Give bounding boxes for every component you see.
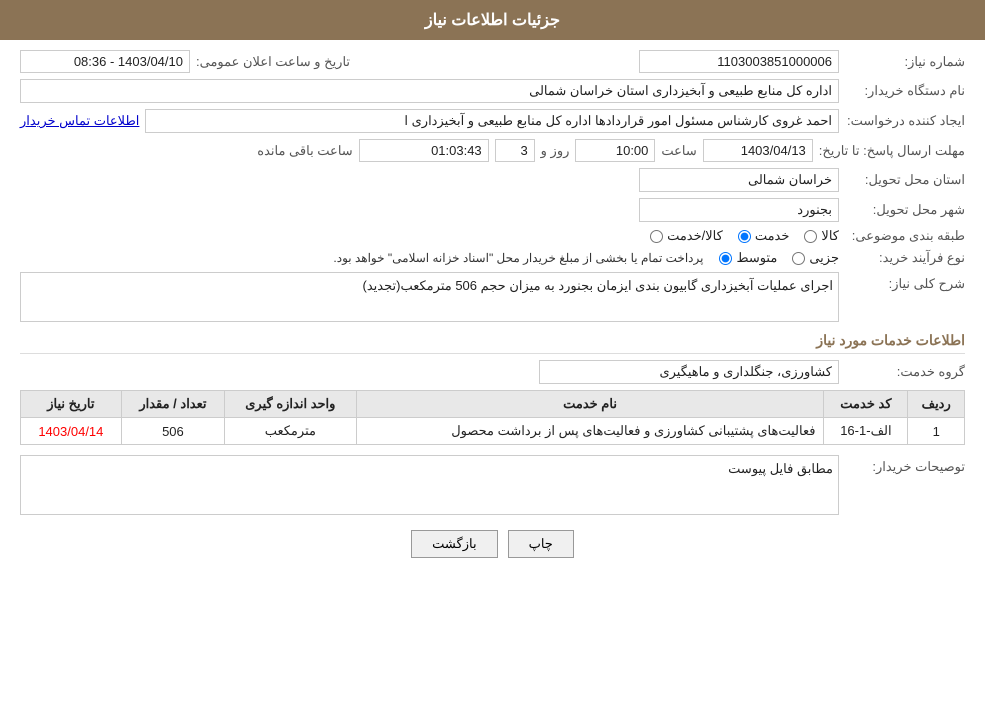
category-label: طبقه بندی موضوعی: xyxy=(845,228,965,244)
category-kala-radio[interactable] xyxy=(804,230,817,243)
buyer-notes-value: مطابق فایل پیوست xyxy=(20,455,839,515)
buyer-notes-container: مطابق فایل پیوست xyxy=(20,455,839,515)
purchase-type-row: نوع فرآیند خرید: جزیی متوسط پرداخت تمام … xyxy=(20,250,965,266)
response-time: 10:00 xyxy=(575,139,655,162)
col-name: نام خدمت xyxy=(356,391,824,418)
description-row: شرح کلی نیاز: اجرای عملیات آبخیزداری گاب… xyxy=(20,272,965,322)
purchase-jozei-label: جزیی xyxy=(809,250,839,266)
category-row: طبقه بندی موضوعی: کالا خدمت کالا/خدمت xyxy=(20,228,965,244)
buyer-org-row: نام دستگاه خریدار: اداره کل منابع طبیعی … xyxy=(20,79,965,103)
description-value: اجرای عملیات آبخیزداری گابیون بندی ایزما… xyxy=(20,272,839,322)
need-number-row: شماره نیاز: 1103003851000006 تاریخ و ساع… xyxy=(20,50,965,73)
delivery-province-row: استان محل تحویل: خراسان شمالی xyxy=(20,168,965,192)
description-label: شرح کلی نیاز: xyxy=(845,272,965,292)
buyer-notes-row: توصیحات خریدار: مطابق فایل پیوست xyxy=(20,455,965,515)
creator-contact-link[interactable]: اطلاعات تماس خریدار xyxy=(20,113,139,129)
response-days: 3 xyxy=(495,139,535,162)
buttons-row: چاپ بازگشت xyxy=(20,530,965,558)
response-deadline-label: مهلت ارسال پاسخ: تا تاریخ: xyxy=(819,143,965,159)
service-group-value: کشاورزی، جنگلداری و ماهیگیری xyxy=(539,360,839,384)
category-kala-khadamat-radio[interactable] xyxy=(650,230,663,243)
col-unit: واحد اندازه گیری xyxy=(225,391,357,418)
delivery-city-row: شهر محل تحویل: بجنورد xyxy=(20,198,965,222)
purchase-type-label: نوع فرآیند خرید: xyxy=(845,250,965,266)
purchase-jozei-radio[interactable] xyxy=(792,252,805,265)
buyer-org-value: اداره کل منابع طبیعی و آبخیزداری استان خ… xyxy=(20,79,839,103)
cell-name: فعالیت‌های پشتیبانی کشاورزی و فعالیت‌های… xyxy=(356,418,824,445)
purchase-type-options: جزیی متوسط xyxy=(719,250,839,266)
need-number-value: 1103003851000006 xyxy=(639,50,839,73)
category-khadamat: خدمت xyxy=(738,228,790,244)
category-kala-label: کالا xyxy=(821,228,839,244)
response-deadline-row: مهلت ارسال پاسخ: تا تاریخ: 1403/04/13 سا… xyxy=(20,139,965,162)
service-table: ردیف کد خدمت نام خدمت واحد اندازه گیری ت… xyxy=(20,390,965,445)
purchase-motavasset-radio[interactable] xyxy=(719,252,732,265)
datetime-label: تاریخ و ساعت اعلان عمومی: xyxy=(196,54,350,70)
back-button[interactable]: بازگشت xyxy=(411,530,497,558)
cell-qty: 506 xyxy=(121,418,224,445)
delivery-province-value: خراسان شمالی xyxy=(639,168,839,192)
cell-unit: مترمکعب xyxy=(225,418,357,445)
category-kala-khadamat-label: کالا/خدمت xyxy=(667,228,723,244)
category-khadamat-label: خدمت xyxy=(755,228,790,244)
delivery-city-value: بجنورد xyxy=(639,198,839,222)
creator-label: ایجاد کننده درخواست: xyxy=(845,113,965,129)
delivery-city-label: شهر محل تحویل: xyxy=(845,202,965,218)
purchase-motavasset: متوسط xyxy=(719,250,777,266)
services-section-title: اطلاعات خدمات مورد نیاز xyxy=(20,332,965,354)
buyer-notes-label: توصیحات خریدار: xyxy=(845,455,965,475)
category-khadamat-radio[interactable] xyxy=(738,230,751,243)
category-kala: کالا xyxy=(804,228,839,244)
remaining-time: 01:03:43 xyxy=(359,139,489,162)
creator-value: احمد غروی کارشناس مسئول امور قراردادها ا… xyxy=(145,109,839,133)
table-row: 1 الف-1-16 فعالیت‌های پشتیبانی کشاورزی و… xyxy=(21,418,965,445)
col-row: ردیف xyxy=(908,391,965,418)
creator-row: ایجاد کننده درخواست: احمد غروی کارشناس م… xyxy=(20,109,965,133)
col-code: کد خدمت xyxy=(824,391,908,418)
delivery-province-label: استان محل تحویل: xyxy=(845,172,965,188)
datetime-value: 1403/04/10 - 08:36 xyxy=(20,50,190,73)
col-date: تاریخ نیاز xyxy=(21,391,122,418)
remaining-label: ساعت باقی مانده xyxy=(257,143,352,159)
cell-code: الف-1-16 xyxy=(824,418,908,445)
page-title: جزئیات اطلاعات نیاز xyxy=(425,12,560,29)
cell-row: 1 xyxy=(908,418,965,445)
page-header: جزئیات اطلاعات نیاز xyxy=(0,0,985,40)
service-group-label: گروه خدمت: xyxy=(845,364,965,380)
cell-date: 1403/04/14 xyxy=(21,418,122,445)
purchase-motavasset-label: متوسط xyxy=(736,250,777,266)
need-number-label: شماره نیاز: xyxy=(845,54,965,70)
category-options: کالا خدمت کالا/خدمت xyxy=(650,228,839,244)
buyer-org-label: نام دستگاه خریدار: xyxy=(845,83,965,99)
page-wrapper: جزئیات اطلاعات نیاز شماره نیاز: 11030038… xyxy=(0,0,985,703)
response-time-label: ساعت xyxy=(661,143,696,159)
service-group-row: گروه خدمت: کشاورزی، جنگلداری و ماهیگیری xyxy=(20,360,965,384)
main-content: شماره نیاز: 1103003851000006 تاریخ و ساع… xyxy=(0,40,985,583)
response-date: 1403/04/13 xyxy=(703,139,813,162)
print-button[interactable]: چاپ xyxy=(508,530,574,558)
purchase-jozei: جزیی xyxy=(792,250,839,266)
purchase-note: پرداخت تمام یا بخشی از مبلغ خریدار محل "… xyxy=(333,251,703,265)
response-day-label: روز و xyxy=(541,143,570,159)
category-kala-khadamat: کالا/خدمت xyxy=(650,228,723,244)
col-qty: تعداد / مقدار xyxy=(121,391,224,418)
